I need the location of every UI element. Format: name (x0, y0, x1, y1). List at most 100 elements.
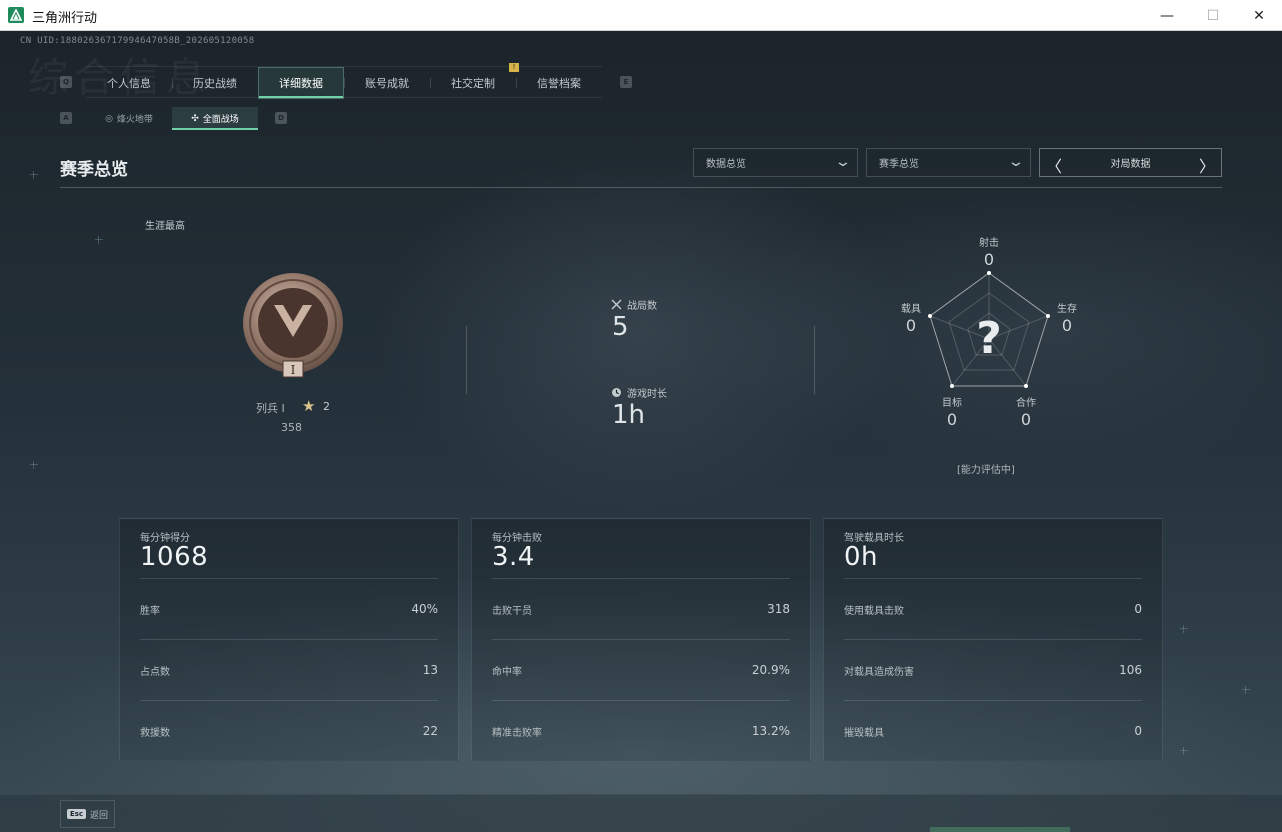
combat-stats-card: 每分钟击败 3.4 击败干员 318 命中率 20.9% 精准击败率 13.2% (471, 518, 811, 761)
stat-value: 106 (1119, 663, 1142, 677)
tab-match-history[interactable]: 历史战绩 (172, 67, 258, 99)
radar-value-teamwork: 0 (1020, 410, 1032, 429)
window-titlebar: 三角洲行动 — ☐ ✕ (0, 0, 1282, 31)
next-arrow-icon[interactable]: 〉 (1199, 153, 1215, 177)
play-time-value: 1h (612, 400, 646, 430)
selector-value: 对局数据 (1110, 159, 1151, 170)
stat-value: 13.2% (751, 724, 790, 738)
dropdown-value: 赛季总览 (879, 159, 919, 170)
close-button[interactable]: ✕ (1236, 0, 1282, 31)
radar-label-shooting: 射击 (979, 238, 999, 249)
back-button[interactable]: Esc 返回 (60, 800, 115, 828)
crosshair-icon: ✣ (191, 113, 199, 124)
subtab-full-battlefield[interactable]: ✣ 全面战场 (172, 107, 258, 130)
radar-label-vehicle: 载具 (901, 304, 921, 315)
mode-tab-bar: ◎ 烽火地带 ✣ 全面战场 (86, 107, 258, 130)
stat-row: 摧毁载具 0 (844, 700, 1142, 761)
maximize-button[interactable]: ☐ (1190, 0, 1236, 31)
subtab-label: 全面战场 (202, 115, 239, 125)
radar-value-objective: 0 (946, 410, 958, 429)
tab-personal-info[interactable]: 个人信息 (86, 67, 172, 99)
stat-row: 占点数 13 (140, 639, 438, 700)
ability-status-text: [能力评估中] (957, 465, 1015, 476)
card-head-value: 1068 (140, 542, 209, 572)
stat-row: 命中率 20.9% (492, 639, 790, 700)
back-label: 返回 (90, 810, 109, 821)
stat-label: 使用载具击败 (844, 605, 904, 617)
match-count-value: 5 (612, 312, 629, 342)
subtab-hazard-zone[interactable]: ◎ 烽火地带 (86, 107, 172, 130)
data-view-selector: 〈 对局数据 〉 (1039, 148, 1222, 177)
clock-icon (612, 388, 621, 397)
player-uid: CN UID:18802636717994647058B_20260512005… (20, 36, 255, 46)
stat-value: 22 (422, 724, 438, 738)
tab-detailed-data[interactable]: 详细数据 (258, 67, 344, 99)
rank-numeral: I (291, 363, 296, 377)
bottom-accent-decoration (930, 827, 1070, 832)
stat-value: 20.9% (751, 663, 790, 677)
rank-star-count: 2 (323, 400, 330, 413)
stat-value: 0 (1134, 724, 1142, 738)
match-count-text: 战局数 (627, 301, 657, 312)
target-icon: ◎ (105, 113, 113, 124)
score-stats-card: 每分钟得分 1068 胜率 40% 占点数 13 救援数 22 (119, 518, 459, 761)
radar-label-survival: 生存 (1057, 304, 1077, 315)
key-hint-a: A (60, 112, 72, 124)
vehicle-stats-card: 驾驶载具时长 0h 使用载具击败 0 对载具造成伤害 106 摧毁载具 0 (823, 518, 1163, 761)
minimize-button[interactable]: — (1144, 0, 1190, 31)
grid-mark-decoration (95, 236, 103, 244)
game-screen: 综合信息 CN UID:18802636717994647058B_202605… (0, 31, 1282, 832)
dropdown-value: 数据总览 (706, 159, 746, 170)
main-tab-bar: 个人信息 历史战绩 详细数据 账号成就 社交定制 信誉档案 ! (86, 63, 602, 99)
season-dropdown[interactable]: 赛季总览 ⌄ (866, 148, 1031, 177)
stat-label: 救援数 (140, 727, 170, 739)
stat-row: 对载具造成伤害 106 (844, 639, 1142, 700)
app-logo-icon (8, 7, 24, 23)
vertical-divider (466, 326, 467, 394)
data-type-dropdown[interactable]: 数据总览 ⌄ (693, 148, 858, 177)
radar-value-survival: 0 (1061, 316, 1073, 335)
stat-label: 摧毁载具 (844, 727, 884, 739)
tab-achievements[interactable]: 账号成就 (344, 67, 430, 99)
crossed-swords-icon (611, 299, 622, 310)
stat-label: 精准击败率 (492, 727, 542, 739)
stat-value: 0 (1134, 602, 1142, 616)
rank-name: 列兵 I (256, 402, 285, 415)
grid-mark-decoration (30, 171, 38, 179)
stat-value: 40% (411, 602, 438, 616)
radar-label-teamwork: 合作 (1016, 398, 1036, 409)
stat-label: 命中率 (492, 666, 522, 678)
notification-badge: ! (509, 63, 519, 72)
key-hint-q: Q (60, 76, 72, 88)
stat-row: 救援数 22 (140, 700, 438, 761)
prev-arrow-icon[interactable]: 〈 (1046, 153, 1062, 177)
tab-credit-record[interactable]: 信誉档案 (516, 67, 602, 99)
rank-badge-icon: I (240, 271, 346, 385)
stat-value: 318 (767, 602, 790, 616)
career-best-label: 生涯最高 (145, 221, 185, 232)
window-title: 三角洲行动 (32, 11, 98, 26)
stat-row: 使用载具击败 0 (844, 578, 1142, 639)
subtab-label: 烽火地带 (116, 115, 153, 125)
section-title: 赛季总览 (60, 160, 128, 180)
stat-label: 胜率 (140, 605, 160, 617)
card-head-value: 3.4 (492, 542, 535, 572)
stat-value: 13 (422, 663, 438, 677)
esc-key-icon: Esc (66, 809, 87, 819)
stat-label: 对载具造成伤害 (844, 666, 914, 678)
grid-mark-decoration (1180, 747, 1188, 755)
grid-mark-decoration (1180, 625, 1188, 633)
grid-mark-decoration (1242, 686, 1250, 694)
grid-mark-decoration (30, 461, 38, 469)
stat-row: 胜率 40% (140, 578, 438, 639)
unknown-question-icon: ? (976, 313, 1002, 364)
key-hint-e: E (620, 76, 632, 88)
card-head-value: 0h (844, 542, 879, 572)
stat-label: 占点数 (140, 666, 170, 678)
stat-label: 击败干员 (492, 605, 532, 617)
tab-social-custom[interactable]: 社交定制 (430, 67, 516, 99)
key-hint-d: D (275, 112, 287, 124)
section-divider (60, 187, 1222, 188)
radar-value-vehicle: 0 (905, 316, 917, 335)
star-icon: ★ (302, 397, 316, 415)
